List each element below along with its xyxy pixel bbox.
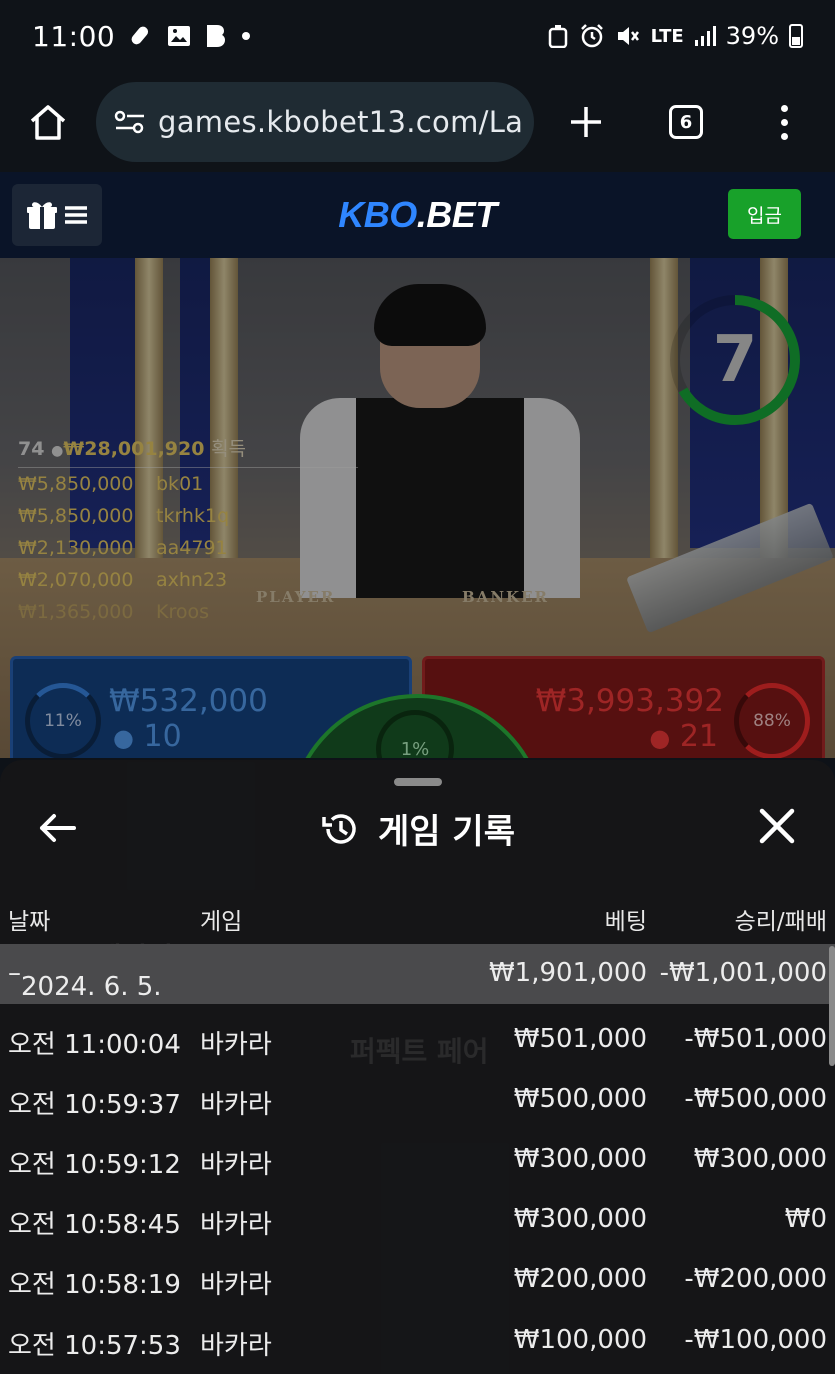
row-time: 오전 11:00:04	[8, 1030, 181, 1060]
tab-switcher-button[interactable]: 6	[638, 105, 734, 139]
row-win-loss: -₩200,000	[684, 1264, 827, 1294]
battery-icon	[789, 24, 803, 48]
summary-bet: ₩1,901,000	[488, 958, 647, 988]
close-button[interactable]	[757, 806, 797, 846]
summary-date: –2024. 6. 5.	[8, 958, 162, 1002]
site-settings-icon[interactable]	[114, 109, 146, 135]
plus-icon	[571, 107, 601, 137]
address-bar[interactable]: games.kbobet13.com/La	[96, 82, 534, 162]
url-text[interactable]: games.kbobet13.com/La	[158, 105, 523, 139]
recycle-icon	[548, 25, 567, 48]
row-win-loss: -₩500,000	[684, 1084, 827, 1114]
summary-win-loss: -₩1,001,000	[659, 958, 827, 988]
row-bet: ₩200,000	[513, 1264, 647, 1294]
status-bar: 11:00 LTE 39%	[0, 0, 835, 72]
table-row[interactable]: 오전 11:00:04 바카라 ₩501,000 -₩501,000	[0, 1010, 835, 1070]
col-win-loss: 승리/패배	[734, 909, 827, 935]
pill-icon	[131, 26, 149, 45]
hamburger-icon	[65, 206, 87, 224]
row-bet: ₩300,000	[513, 1204, 647, 1234]
row-time: 오전 10:59:37	[8, 1090, 181, 1120]
mute-icon	[617, 27, 639, 45]
col-bet: 베팅	[604, 909, 647, 935]
row-bet: ₩501,000	[513, 1024, 647, 1054]
row-time: 오전 10:58:19	[8, 1270, 181, 1300]
row-game: 바카라	[200, 1270, 272, 1300]
row-win-loss: ₩300,000	[693, 1144, 827, 1174]
video-dim-overlay	[0, 258, 835, 758]
system-icons: LTE 39%	[547, 22, 803, 50]
table-row[interactable]: 오전 10:59:37 바카라 ₩500,000 -₩500,000	[0, 1070, 835, 1130]
browser-menu-button[interactable]	[734, 104, 834, 140]
game-history-sheet: 플레이어 퍼펙트 페어 게임 기록 날짜 게임 베팅 승리/패배 –2024. …	[0, 760, 835, 1374]
row-win-loss: -₩100,000	[684, 1325, 827, 1355]
row-game: 바카라	[200, 1150, 272, 1180]
gift-icon	[27, 202, 57, 229]
menu-dot-icon	[780, 104, 788, 112]
dot-icon	[242, 32, 251, 40]
alarm-icon	[580, 24, 603, 48]
notification-icons	[131, 24, 251, 48]
history-icon	[322, 813, 356, 844]
site-header: KBO.BET 입금	[0, 172, 835, 258]
home-icon	[30, 105, 66, 140]
gift-menu-button[interactable]	[12, 184, 102, 246]
table-row[interactable]: 오전 10:58:45 바카라 ₩300,000 ₩0	[0, 1190, 835, 1250]
row-game: 바카라	[200, 1210, 272, 1240]
close-icon	[759, 808, 795, 844]
row-game: 바카라	[200, 1090, 272, 1120]
history-title: 게임 기록	[378, 812, 515, 852]
table-row[interactable]: 오전 10:57:53 바카라 ₩100,000 -₩100,000	[0, 1311, 835, 1371]
day-summary-row[interactable]: –2024. 6. 5. ₩1,901,000 -₩1,001,000	[0, 944, 835, 1004]
status-time: 11:00	[32, 19, 116, 53]
new-tab-button[interactable]	[534, 105, 638, 139]
browser-toolbar: games.kbobet13.com/La 6	[0, 72, 835, 172]
signal-icon	[694, 26, 716, 46]
row-bet: ₩500,000	[513, 1084, 647, 1114]
col-date: 날짜	[8, 909, 51, 935]
drag-handle[interactable]	[394, 778, 442, 786]
deposit-button[interactable]: 입금	[728, 189, 801, 239]
tab-count: 6	[669, 105, 703, 139]
battery-percent: 39%	[725, 22, 779, 50]
row-time: 오전 10:58:45	[8, 1210, 181, 1240]
menu-dot-icon	[780, 132, 788, 140]
menu-dot-icon	[780, 118, 788, 126]
row-win-loss: -₩501,000	[684, 1024, 827, 1054]
sheet-title: 게임 기록	[0, 804, 835, 853]
row-time: 오전 10:57:53	[8, 1331, 181, 1361]
image-icon	[168, 26, 191, 46]
network-type: LTE	[650, 25, 684, 47]
row-bet: ₩300,000	[513, 1144, 647, 1174]
row-game: 바카라	[200, 1331, 272, 1361]
b-app-icon	[207, 25, 226, 47]
site-logo: KBO.BET	[338, 194, 497, 235]
row-game: 바카라	[200, 1030, 272, 1060]
table-header: 날짜 게임 베팅 승리/패배	[0, 896, 835, 940]
row-time: 오전 10:59:12	[8, 1150, 181, 1180]
home-button[interactable]	[0, 72, 96, 172]
table-row[interactable]: 오전 10:59:12 바카라 ₩300,000 ₩300,000	[0, 1130, 835, 1190]
col-game: 게임	[200, 909, 243, 935]
row-win-loss: ₩0	[784, 1204, 827, 1234]
table-row[interactable]: 오전 10:58:19 바카라 ₩200,000 -₩200,000	[0, 1250, 835, 1310]
row-bet: ₩100,000	[513, 1325, 647, 1355]
